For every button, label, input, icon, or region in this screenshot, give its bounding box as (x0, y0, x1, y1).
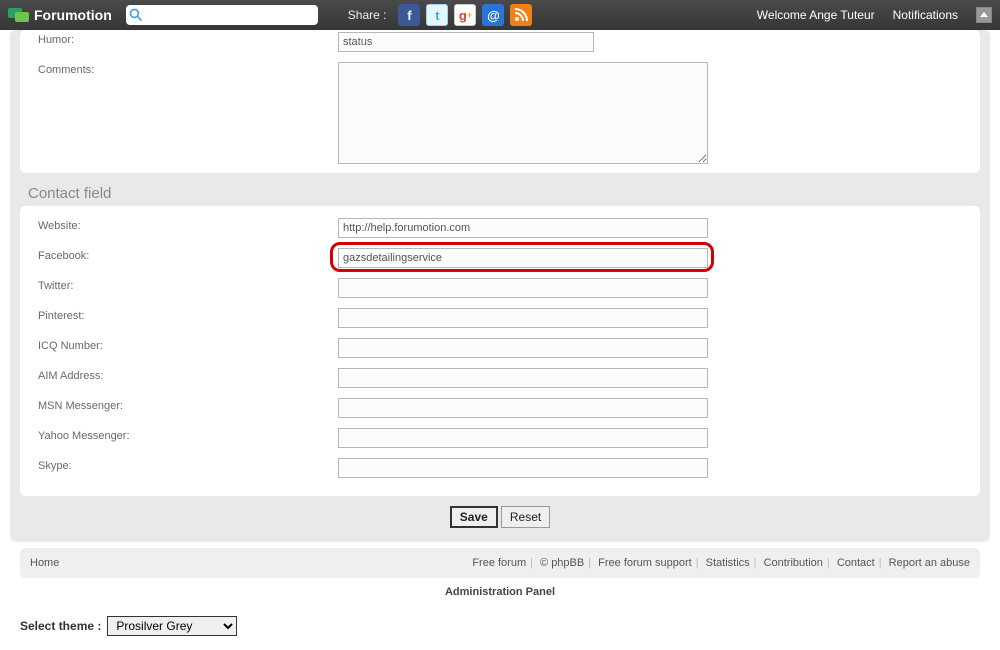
twitter-input[interactable] (338, 278, 708, 298)
yahoo-label: Yahoo Messenger: (38, 428, 338, 442)
footer-phpbb[interactable]: © phpBB (540, 557, 584, 569)
footer-free-forum[interactable]: Free forum (472, 557, 526, 569)
admin-panel-link-wrap: Administration Panel (10, 586, 990, 598)
comments-row: Comments: (38, 62, 962, 167)
humor-row: Humor: (38, 32, 962, 52)
skype-label: Skype: (38, 458, 338, 472)
notifications-link[interactable]: Notifications (893, 8, 958, 22)
theme-label: Select theme : (20, 619, 101, 633)
profile-panel: Humor: Comments: Contact field Website: … (10, 30, 990, 542)
facebook-input[interactable] (338, 248, 708, 268)
comments-textarea[interactable] (338, 62, 708, 164)
top-bar: Forumotion Share : f t g+ @ Welcome Ange… (0, 0, 1000, 30)
brand-text: Forumotion (34, 7, 112, 23)
share-label: Share : (348, 8, 387, 22)
aim-input[interactable] (338, 368, 708, 388)
contact-panel: Website: Facebook: Twitter: Pinterest: I… (20, 206, 980, 496)
footer-contribution[interactable]: Contribution (764, 557, 823, 569)
footer-links: Free forum| © phpBB| Free forum support|… (472, 557, 970, 569)
contact-section-title: Contact field (28, 185, 990, 202)
humor-input[interactable] (338, 32, 594, 52)
yahoo-input[interactable] (338, 428, 708, 448)
scroll-top-icon[interactable] (976, 7, 992, 23)
website-input[interactable] (338, 218, 708, 238)
googleplus-icon[interactable]: g+ (454, 4, 476, 26)
comments-label: Comments: (38, 62, 338, 76)
email-icon[interactable]: @ (482, 4, 504, 26)
pinterest-label: Pinterest: (38, 308, 338, 322)
twitter-label: Twitter: (38, 278, 338, 292)
admin-panel-link[interactable]: Administration Panel (445, 586, 555, 598)
facebook-label: Facebook: (38, 248, 338, 262)
theme-selector-row: Select theme : Prosilver Grey (20, 616, 990, 636)
theme-select[interactable]: Prosilver Grey (107, 616, 237, 636)
footer-bar: Home Free forum| © phpBB| Free forum sup… (20, 548, 980, 578)
footer-home[interactable]: Home (30, 557, 59, 569)
humor-label: Humor: (38, 32, 338, 46)
footer-support[interactable]: Free forum support (598, 557, 692, 569)
search-input[interactable] (146, 6, 314, 24)
footer-report[interactable]: Report an abuse (889, 557, 970, 569)
facebook-icon[interactable]: f (398, 4, 420, 26)
button-row: Save Reset (10, 506, 990, 528)
search-icon (128, 7, 144, 23)
icq-input[interactable] (338, 338, 708, 358)
forumotion-logo-icon (8, 6, 30, 24)
user-nav: Welcome Ange Tuteur Notifications (757, 7, 992, 23)
brand[interactable]: Forumotion (8, 6, 112, 24)
search-box[interactable] (126, 5, 318, 25)
welcome-link[interactable]: Welcome Ange Tuteur (757, 8, 875, 22)
icq-label: ICQ Number: (38, 338, 338, 352)
footer-statistics[interactable]: Statistics (706, 557, 750, 569)
skype-input[interactable] (338, 458, 708, 478)
msn-label: MSN Messenger: (38, 398, 338, 412)
aim-label: AIM Address: (38, 368, 338, 382)
pinterest-input[interactable] (338, 308, 708, 328)
footer-contact[interactable]: Contact (837, 557, 875, 569)
rss-icon[interactable] (510, 4, 532, 26)
website-label: Website: (38, 218, 338, 232)
msn-input[interactable] (338, 398, 708, 418)
save-button[interactable]: Save (450, 506, 498, 528)
reset-button[interactable]: Reset (501, 506, 550, 528)
share-bar: Share : f t g+ @ (348, 4, 533, 26)
twitter-icon[interactable]: t (426, 4, 448, 26)
